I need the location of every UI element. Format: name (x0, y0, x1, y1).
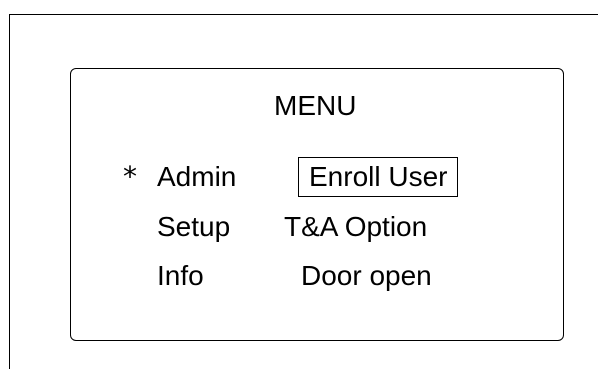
selection-cursor-icon: * (123, 160, 137, 193)
menu-item-info[interactable]: Info (157, 260, 204, 292)
menu-item-setup[interactable]: Setup (157, 211, 230, 243)
menu-panel: MENU * Admin Setup Info Enroll User T&A … (70, 68, 564, 341)
submenu-item-ta-option[interactable]: T&A Option (284, 211, 427, 243)
screen-frame: MENU * Admin Setup Info Enroll User T&A … (9, 14, 598, 369)
submenu-item-door-open[interactable]: Door open (301, 260, 432, 292)
submenu-item-enroll-user[interactable]: Enroll User (298, 157, 459, 197)
menu-item-admin[interactable]: Admin (157, 161, 236, 193)
menu-title: MENU (274, 90, 357, 121)
